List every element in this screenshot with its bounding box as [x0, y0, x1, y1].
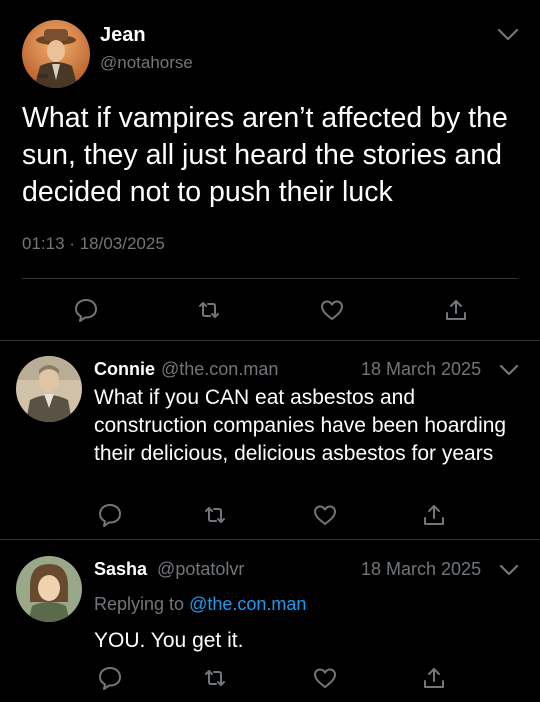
display-name[interactable]: Connie [94, 359, 155, 379]
reply-icon[interactable] [73, 297, 99, 323]
reply-header: Connie @the.con.man [94, 359, 278, 380]
mention-link[interactable]: @the.con.man [189, 594, 306, 614]
tweet-text: What if vampires aren’t affected by the … [22, 102, 508, 208]
chevron-down-icon[interactable] [496, 24, 520, 44]
like-icon[interactable] [312, 665, 338, 691]
retweet-icon[interactable] [202, 665, 228, 691]
share-icon[interactable] [443, 297, 469, 323]
avatar[interactable] [16, 556, 82, 622]
reply-tweet: Sasha @potatolvr 18 March 2025 Replying t… [0, 540, 540, 702]
avatar[interactable] [16, 356, 82, 422]
reply-icon[interactable] [97, 665, 123, 691]
replying-label: Replying to [94, 594, 185, 614]
retweet-icon[interactable] [196, 297, 222, 323]
user-handle[interactable]: @the.con.man [161, 359, 278, 379]
display-name[interactable]: Sasha [94, 559, 147, 579]
reply-tweet: Connie @the.con.man 18 March 2025 What if… [0, 341, 540, 539]
display-name[interactable]: Jean [100, 24, 146, 47]
retweet-icon[interactable] [202, 502, 228, 528]
user-handle[interactable]: @potatolvr [157, 559, 244, 579]
share-icon[interactable] [421, 665, 447, 691]
tweet-date: 18/03/2025 [79, 234, 165, 253]
like-icon[interactable] [312, 502, 338, 528]
replying-to: Replying to @the.con.man [94, 594, 306, 615]
like-icon[interactable] [319, 297, 345, 323]
tweet-date[interactable]: 18 March 2025 [361, 359, 481, 380]
tweet-timestamp[interactable]: 01:13 · 18/03/2025 [22, 234, 165, 254]
reply-icon[interactable] [97, 502, 123, 528]
tweet-text: What if you CAN eat asbestos and constru… [94, 386, 507, 465]
tweet-text: YOU. You get it. [94, 629, 244, 652]
share-icon[interactable] [421, 502, 447, 528]
reply-header: Sasha @potatolvr [94, 559, 244, 580]
chevron-down-icon[interactable] [498, 561, 520, 579]
avatar[interactable] [22, 20, 90, 88]
divider [22, 278, 518, 279]
tweet-date[interactable]: 18 March 2025 [361, 559, 481, 580]
meta-separator: · [69, 234, 75, 253]
tweet-time: 01:13 [22, 234, 65, 253]
user-handle[interactable]: @notahorse [100, 53, 193, 73]
main-tweet: Jean @notahorse What if vampires aren’t … [0, 0, 540, 341]
chevron-down-icon[interactable] [498, 361, 520, 379]
